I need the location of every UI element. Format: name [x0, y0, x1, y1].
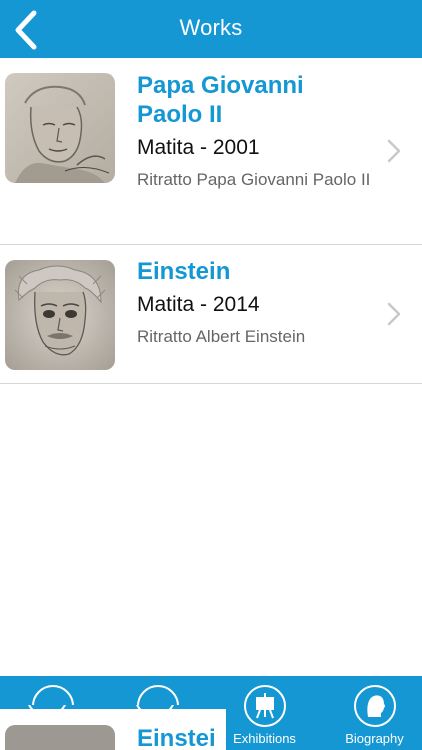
list-item[interactable]: Papa Giovanni Paolo II Matita - 2001 Rit…	[0, 58, 422, 245]
easel-icon	[243, 685, 286, 727]
artifact-title: Einstei	[137, 725, 216, 750]
works-list: Papa Giovanni Paolo II Matita - 2001 Rit…	[0, 58, 422, 384]
work-subtitle: Matita - 2001	[137, 136, 260, 159]
tab-biography[interactable]: Biography	[322, 676, 422, 750]
tab-label: Biography	[345, 731, 404, 746]
home-icon	[26, 705, 68, 717]
work-thumbnail	[5, 73, 115, 183]
list-item[interactable]: Einstein Matita - 2014 Ritratto Albert E…	[0, 245, 422, 384]
work-subtitle: Matita - 2014	[137, 293, 260, 316]
profile-glyph	[366, 695, 385, 717]
work-description: Ritratto Papa Giovanni Paolo II	[137, 170, 371, 189]
profile-icon	[353, 685, 396, 727]
work-texts: Einstein Matita - 2014 Ritratto Albert E…	[137, 257, 372, 351]
overlay-artifact: Einstei	[0, 705, 226, 750]
work-title: Einstein	[137, 258, 231, 285]
work-texts: Papa Giovanni Paolo II Matita - 2001 Rit…	[137, 71, 372, 194]
chevron-right-icon	[387, 139, 401, 163]
works-icon	[134, 705, 176, 717]
page-title: Works	[179, 15, 243, 40]
work-title: Papa Giovanni Paolo II	[137, 72, 304, 128]
work-thumbnail	[5, 260, 115, 370]
easel-glyph	[255, 693, 274, 719]
work-thumbnail	[5, 725, 115, 750]
tab-exhibitions[interactable]: Exhibitions	[212, 676, 317, 750]
work-description: Ritratto Albert Einstein	[137, 327, 306, 346]
chevron-right-icon	[387, 302, 401, 326]
back-button[interactable]	[8, 8, 48, 52]
navigation-bar: Works	[0, 0, 422, 58]
pencil-portrait-einstein	[5, 260, 115, 370]
pencil-portrait-pope	[5, 73, 115, 183]
tab-label: Exhibitions	[233, 731, 296, 746]
chevron-left-icon	[15, 10, 37, 50]
